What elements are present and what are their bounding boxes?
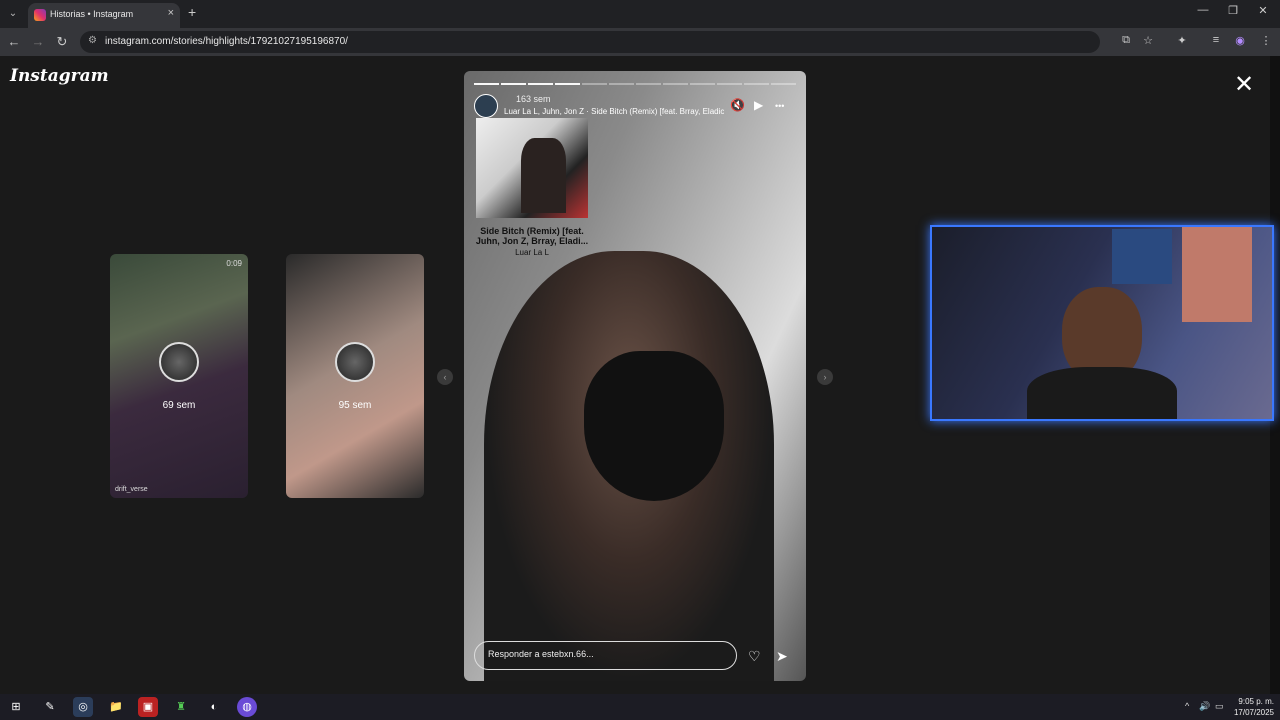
play-icon[interactable]: ▶ [754, 98, 763, 112]
progress-segment [582, 83, 607, 85]
story-photo-detail [584, 351, 724, 501]
progress-segment [609, 83, 634, 85]
minimize-button[interactable]: — [1188, 4, 1218, 16]
app-icon[interactable]: ♜ [171, 697, 191, 717]
reload-button[interactable]: ↻ [54, 34, 70, 50]
bookmark-star-icon[interactable]: ☆ [1140, 34, 1156, 47]
browser-toolbar: ← → ↻ ⚙ instagram.com/stories/highlights… [0, 28, 1280, 56]
next-story-button[interactable]: › [817, 369, 833, 385]
copilot-icon[interactable]: ✎ [40, 697, 60, 717]
more-options-icon[interactable]: ••• [775, 101, 784, 111]
music-info[interactable]: Luar La L, Juhn, Jon Z · Side Bitch (Rem… [504, 107, 724, 116]
side-story-card[interactable]: 95 sem [286, 254, 424, 498]
like-heart-icon[interactable]: ♡ [748, 648, 761, 665]
browser-menu-icon[interactable]: ⋮ [1258, 34, 1274, 47]
progress-segment [555, 83, 580, 85]
avatar[interactable] [474, 94, 498, 118]
window-close-button[interactable]: ✕ [1248, 4, 1278, 17]
reply-input[interactable] [488, 649, 728, 659]
extensions-icon[interactable]: ✦ [1174, 34, 1190, 47]
new-tab-button[interactable]: + [188, 4, 196, 20]
clock-time: 9:05 p. m. [1238, 697, 1274, 706]
progress-segment [717, 83, 742, 85]
instagram-favicon-icon [34, 9, 46, 21]
progress-segment [744, 83, 769, 85]
story-progress-bar [474, 83, 796, 85]
progress-segment [663, 83, 688, 85]
tray-expand-icon[interactable]: ^ [1185, 701, 1189, 711]
back-button[interactable]: ← [6, 34, 22, 49]
avatar [159, 342, 199, 382]
stories-viewer: Instagram ✕ 0:09 69 sem drift_verse 95 s… [0, 56, 1280, 694]
progress-segment [636, 83, 661, 85]
address-bar[interactable]: ⚙ instagram.com/stories/highlights/17921… [80, 31, 1100, 53]
tab-close-button[interactable]: × [168, 7, 174, 19]
progress-segment [690, 83, 715, 85]
progress-segment [474, 83, 499, 85]
reply-field[interactable] [474, 641, 737, 670]
song-artist: Luar La L [515, 248, 549, 257]
avatar [335, 342, 375, 382]
wall-poster [1182, 227, 1252, 322]
song-title: Side Bitch (Remix) [feat. Juhn, Jon Z, B… [475, 226, 589, 246]
progress-segment [528, 83, 553, 85]
streamer-body [1027, 367, 1177, 419]
progress-segment [501, 83, 526, 85]
mute-icon[interactable]: 🔇 [730, 98, 745, 112]
restore-button[interactable]: ❐ [1218, 4, 1248, 17]
progress-segment [771, 83, 796, 85]
app-icon[interactable]: ▣ [138, 697, 158, 717]
instagram-logo[interactable]: Instagram [10, 66, 109, 86]
cast-icon[interactable]: ⧉ [1118, 34, 1134, 47]
story-time: 69 sem [162, 400, 196, 411]
tab-search-button[interactable]: ⌄ [4, 5, 22, 23]
tab-title: Historias • Instagram [50, 9, 134, 19]
display-icon[interactable]: ▭ [1215, 701, 1224, 712]
album-cover[interactable] [476, 118, 588, 218]
side-story-card[interactable]: 0:09 69 sem drift_verse [110, 254, 248, 498]
album-art [521, 138, 566, 213]
app-icon[interactable]: ◐ [204, 697, 224, 717]
story-duration: 0:09 [226, 259, 242, 268]
media-control-icon[interactable]: ≡ [1208, 34, 1224, 46]
taskbar-clock[interactable]: 9:05 p. m. 17/07/2025 [1232, 696, 1274, 718]
volume-icon[interactable]: 🔊 [1199, 701, 1210, 712]
windows-taskbar: ⊞ ✎ ◎ 📁 ▣ ♜ ◐ ◍ ^ 🔊 ▭ 9:05 p. m. 17/07/2… [0, 694, 1280, 720]
start-button[interactable]: ⊞ [6, 697, 26, 717]
story-username: drift_verse [115, 486, 148, 493]
url-text: instagram.com/stories/highlights/1792102… [105, 36, 348, 47]
app-icon[interactable]: ◍ [237, 697, 257, 717]
browser-tab-strip: ⌄ Historias • Instagram × + — ❐ ✕ [0, 0, 1280, 28]
close-stories-button[interactable]: ✕ [1234, 70, 1254, 99]
wall-poster [1112, 229, 1172, 284]
profile-avatar-icon[interactable]: ◉ [1232, 34, 1248, 47]
previous-story-button[interactable]: ‹ [437, 369, 453, 385]
file-explorer-icon[interactable]: 📁 [106, 697, 126, 717]
chrome-icon[interactable]: ◎ [73, 697, 93, 717]
main-story[interactable]: 163 sem Luar La L, Juhn, Jon Z · Side Bi… [464, 71, 806, 681]
browser-tab[interactable]: Historias • Instagram × [28, 3, 180, 28]
forward-button[interactable]: → [30, 34, 46, 49]
share-send-icon[interactable]: ➤ [776, 648, 788, 665]
site-info-icon[interactable]: ⚙ [88, 35, 97, 46]
clock-date: 17/07/2025 [1233, 708, 1274, 717]
webcam-overlay [930, 225, 1274, 421]
story-time-ago: 163 sem [516, 94, 551, 104]
story-time: 95 sem [338, 400, 372, 411]
